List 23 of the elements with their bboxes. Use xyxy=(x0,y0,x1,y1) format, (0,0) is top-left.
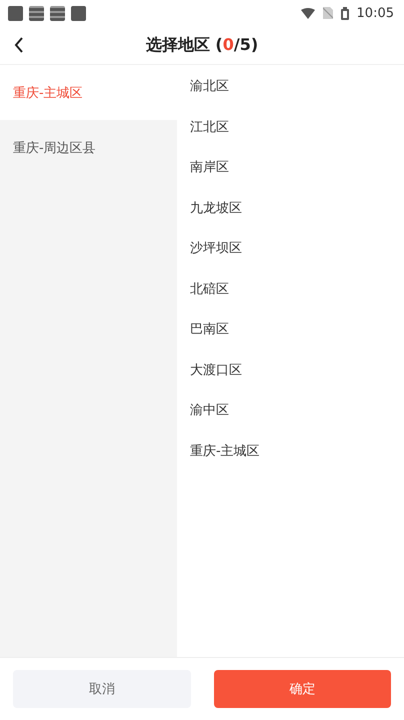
notification-icon xyxy=(50,6,65,20)
page-title: 选择地区 (0/5) xyxy=(146,34,258,56)
district-item[interactable]: 巴南区 xyxy=(190,309,404,350)
back-icon[interactable] xyxy=(14,37,24,53)
district-item[interactable]: 九龙坡区 xyxy=(190,188,404,228)
district-item[interactable]: 大渡口区 xyxy=(190,350,404,390)
district-item[interactable]: 北碚区 xyxy=(190,268,404,309)
category-item[interactable]: 重庆-周边区县 xyxy=(0,120,177,175)
no-sim-icon xyxy=(322,7,333,19)
notification-icon xyxy=(71,6,86,20)
district-item[interactable]: 渝北区 xyxy=(190,66,404,106)
status-time: 10:05 xyxy=(356,6,394,20)
wifi-icon xyxy=(300,8,315,18)
battery-icon xyxy=(340,6,349,20)
district-item[interactable]: 渝中区 xyxy=(190,390,404,430)
notification-icon xyxy=(29,6,44,20)
notification-icon xyxy=(8,6,23,20)
district-item[interactable]: 南岸区 xyxy=(190,147,404,188)
district-item[interactable]: 重庆-主城区 xyxy=(190,430,404,471)
category-item[interactable]: 重庆-主城区 xyxy=(0,65,177,120)
district-item[interactable]: 沙坪坝区 xyxy=(190,228,404,268)
district-item[interactable]: 江北区 xyxy=(190,106,404,147)
cancel-button[interactable]: 取消 xyxy=(13,670,190,708)
